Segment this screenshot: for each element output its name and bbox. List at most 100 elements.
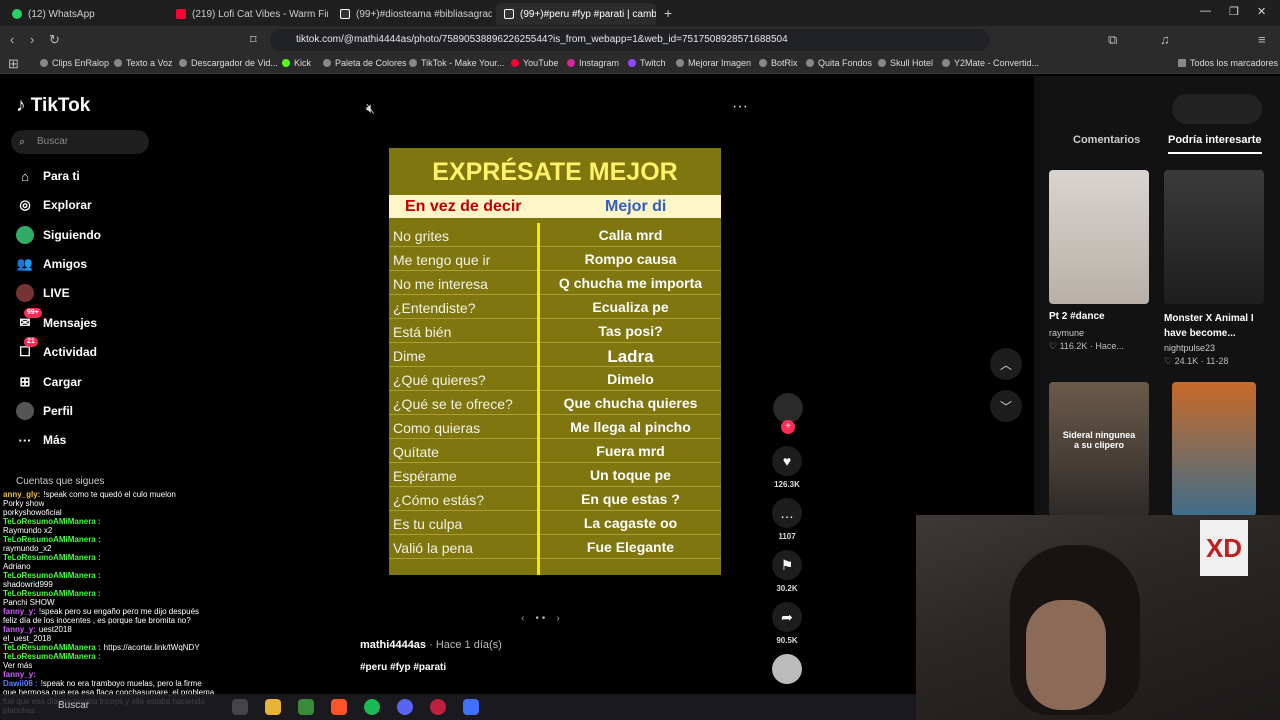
spotify-icon[interactable] — [364, 699, 380, 715]
restore-icon[interactable]: ❐ — [1229, 5, 1239, 18]
profile-icon — [16, 402, 34, 420]
forward-icon[interactable]: › — [30, 32, 34, 47]
video-author[interactable]: nightpulse23 — [1164, 343, 1215, 353]
chat-username: TeLoResumoAMiManera : — [3, 535, 101, 544]
search-icon: ⌕ — [19, 136, 26, 148]
video-thumbnail[interactable] — [1164, 170, 1264, 304]
sidebar-item-perfil[interactable]: Perfil — [16, 402, 73, 420]
tab-suggested[interactable]: Podría interesarte — [1168, 134, 1262, 154]
sidebar-item-label: Explorar — [43, 198, 92, 212]
bookmark-icon[interactable]: ⌑ — [250, 32, 257, 48]
slide-row: No me interesa Q chucha me importa — [389, 271, 721, 295]
music-disc[interactable] — [772, 654, 802, 684]
bookmark-item[interactable]: Quita Fondos — [806, 58, 872, 68]
browser-tab[interactable]: (99+)#diosteama #bibliasagrada #y — [332, 3, 492, 25]
chat-username: TeLoResumoAMiManera : — [3, 553, 101, 562]
previous-video-button[interactable]: ︿ — [990, 348, 1022, 380]
bookmark-item[interactable]: Texto a Voz — [114, 58, 173, 68]
bookmark-label: Clips EnRalop — [52, 58, 110, 68]
bookmark-label: Kick — [294, 58, 312, 68]
media-icon[interactable]: ♫ — [1160, 32, 1170, 47]
bookmark-label: TikTok - Make Your... — [421, 58, 505, 68]
sidebar-item-siguiendo[interactable]: Siguiendo — [16, 226, 101, 244]
browser-tab[interactable]: (12) WhatsApp — [4, 3, 164, 25]
video-thumbnail[interactable]: Sideral ninguneа a su clipero — [1049, 382, 1149, 516]
video-author[interactable]: raymune — [1049, 328, 1084, 338]
mute-icon[interactable]: 🔇︎ — [366, 100, 375, 117]
bookmark-item[interactable]: TikTok - Make Your... — [409, 58, 504, 68]
reload-icon[interactable]: ↻ — [49, 32, 60, 48]
chat-message: Adriano — [3, 562, 31, 571]
bookmark-item[interactable]: YouTube — [511, 58, 558, 68]
chevron-left-icon[interactable]: ‹ — [521, 613, 524, 624]
bookmark-label: Paleta de Colores — [335, 58, 407, 68]
bookmark-item[interactable]: Clips EnRalop — [40, 58, 109, 68]
phrase-instead: ¿Cómo estás? — [393, 492, 485, 508]
sidebar-item-mas[interactable]: ··· Más — [16, 431, 67, 449]
bookmark-item[interactable]: Descargador de Vid... — [179, 58, 278, 68]
phrase-instead: Dime — [393, 348, 426, 364]
bookmark-item[interactable]: Instagram — [567, 58, 619, 68]
comment-button[interactable]: … 1107 — [772, 498, 802, 541]
browser-tab-active[interactable]: (99+)#peru #fyp #parati | cambi✕ — [496, 3, 656, 25]
tiktok-logo[interactable]: ♪ TikTok — [16, 95, 90, 117]
follow-plus-icon[interactable]: + — [781, 420, 795, 434]
minimize-icon[interactable]: — — [1200, 5, 1211, 17]
all-bookmarks[interactable]: Todos los marcadores — [1178, 58, 1278, 68]
brave-icon[interactable] — [331, 699, 347, 715]
bookmark-item[interactable]: Twitch — [628, 58, 666, 68]
like-button[interactable]: ♥ 126.3K — [772, 446, 802, 489]
tab-comments[interactable]: Comentarios — [1073, 134, 1140, 146]
bookmark-item[interactable]: BotRix — [759, 58, 798, 68]
chat-text: Panchi SHOW — [3, 598, 55, 607]
video-thumbnail[interactable] — [1049, 170, 1149, 304]
video-title[interactable]: Monster X Animal I have become... — [1164, 311, 1258, 341]
extensions-icon[interactable]: ⧉ — [1108, 32, 1117, 48]
url-field[interactable]: tiktok.com/@mathi4444as/photo/7589053889… — [270, 29, 990, 51]
sidebar-item-cargar[interactable]: ⊞ Cargar — [16, 373, 82, 391]
obs-icon[interactable] — [430, 699, 446, 715]
bookmark-item[interactable]: Skull Hotel — [878, 58, 933, 68]
chevron-right-icon[interactable]: › — [556, 613, 559, 624]
phrase-better: Que chucha quieres — [563, 395, 698, 411]
store-icon[interactable] — [298, 699, 314, 715]
bookmark-label: Mejorar Imagen — [688, 58, 752, 68]
sidebar-item-explorar[interactable]: ◎ Explorar — [16, 196, 92, 214]
bookmark-item[interactable]: Y2Mate - Convertid... — [942, 58, 1039, 68]
explorer-icon[interactable] — [265, 699, 281, 715]
browser-tab[interactable]: (219) Lofi Cat Vibes - Warm Firep — [168, 3, 328, 25]
app-icon[interactable] — [463, 699, 479, 715]
bookmark-item[interactable]: Paleta de Colores — [323, 58, 407, 68]
video-thumbnail[interactable] — [1172, 382, 1256, 516]
sidebar-item-live[interactable]: LIVE — [16, 284, 70, 302]
phrase-instead: Me tengo que ir — [393, 252, 491, 268]
share-button[interactable]: ➦ 90.5K — [772, 602, 802, 645]
music-disc-icon — [772, 654, 802, 684]
chat-username: fanny_y: — [3, 607, 36, 616]
close-window-icon[interactable]: ✕ — [1257, 5, 1266, 18]
video-title[interactable]: Pt 2 #dance — [1049, 311, 1149, 322]
apps-icon[interactable]: ⊞ — [8, 56, 19, 72]
discord-icon[interactable] — [397, 699, 413, 715]
bookmark-item[interactable]: Kick — [282, 58, 311, 68]
next-video-button[interactable]: ﹀ — [990, 390, 1022, 422]
bookmark-icon — [676, 59, 684, 67]
author-avatar[interactable] — [773, 393, 803, 423]
taskbar-search[interactable]: Buscar — [58, 700, 89, 711]
sidebar-item-amigos[interactable]: 👥 Amigos — [16, 255, 87, 273]
task-view-icon[interactable] — [232, 699, 248, 715]
menu-icon[interactable]: ≡ — [1258, 32, 1266, 47]
sidebar-item-para-ti[interactable]: ⌂ Para ti — [16, 167, 80, 185]
author-name[interactable]: mathi4444as — [360, 639, 426, 651]
right-panel-toolbar[interactable] — [1172, 94, 1262, 124]
sidebar-item-mensajes[interactable]: ✉ 99+ Mensajes — [16, 308, 97, 332]
search-input[interactable]: ⌕ Buscar — [11, 130, 149, 154]
post-hashtags[interactable]: #peru #fyp #parati — [360, 662, 446, 673]
save-button[interactable]: ⚑ 30.2K — [772, 550, 802, 593]
bookmark-item[interactable]: Mejorar Imagen — [676, 58, 751, 68]
slide-title: EXPRÉSATE MEJOR — [432, 158, 678, 186]
more-options-icon[interactable]: ··· — [732, 98, 748, 116]
new-tab-icon[interactable]: + — [664, 5, 672, 21]
back-icon[interactable]: ‹ — [10, 32, 14, 47]
sidebar-item-actividad[interactable]: ☐ 21 Actividad — [16, 337, 97, 361]
